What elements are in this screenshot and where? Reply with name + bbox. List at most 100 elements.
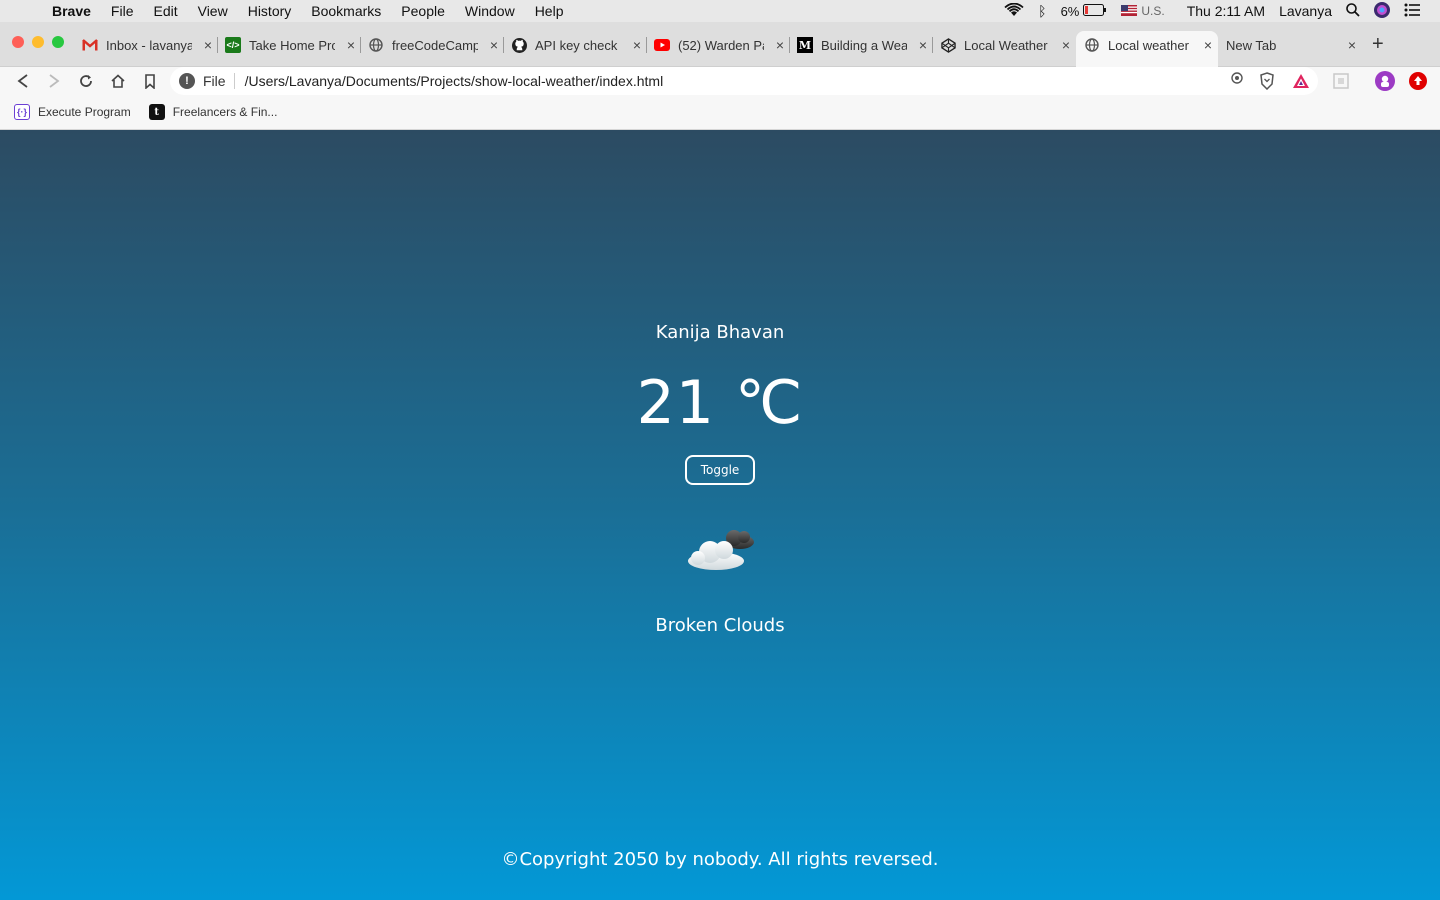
execute-program-icon: {·} xyxy=(14,104,30,120)
copyright-footer: ©Copyright 2050 by nobody. All rights re… xyxy=(501,849,939,870)
close-tab-icon[interactable]: × xyxy=(1348,37,1356,53)
tab-separator xyxy=(217,37,218,53)
github-icon xyxy=(511,37,527,53)
menu-window[interactable]: Window xyxy=(465,3,515,19)
globe-icon xyxy=(368,37,384,53)
bluetooth-icon[interactable]: ᛒ xyxy=(1038,3,1046,19)
tab-new-tab[interactable]: New Tab × xyxy=(1226,31,1362,59)
tab-inbox[interactable]: Inbox - lavanya × xyxy=(82,31,218,59)
battery-icon xyxy=(1083,3,1107,19)
spotlight-search-icon[interactable] xyxy=(1346,2,1360,20)
bookmark-label: Freelancers & Fin... xyxy=(172,105,278,119)
battery-status[interactable]: 6% xyxy=(1061,3,1108,19)
bookmarks-bar: {·} Execute Program t Freelancers & Fin.… xyxy=(0,95,1440,130)
tab-youtube[interactable]: (52) Warden Pa × xyxy=(654,31,790,59)
menu-bookmarks[interactable]: Bookmarks xyxy=(311,3,381,19)
new-tab-button[interactable]: + xyxy=(1372,33,1384,56)
tab-api-key-check[interactable]: API key check × xyxy=(511,31,647,59)
address-scheme: File xyxy=(203,73,235,89)
bookmark-icon[interactable] xyxy=(139,70,161,92)
broken-clouds-icon xyxy=(686,528,756,574)
gmail-icon xyxy=(82,37,98,53)
close-tab-icon[interactable]: × xyxy=(204,37,212,53)
tab-title: freeCodeCamp xyxy=(392,37,478,53)
tab-title: Inbox - lavanya xyxy=(106,37,192,53)
address-path[interactable]: /Users/Lavanya/Documents/Projects/show-l… xyxy=(245,73,664,89)
menu-edit[interactable]: Edit xyxy=(153,3,177,19)
location-name: Kanija Bhavan xyxy=(655,322,785,343)
codepen-icon xyxy=(940,37,956,53)
forward-button[interactable] xyxy=(43,70,65,92)
menubar-status-area: ᛒ 6% U.S. Thu 2:11 AM Lavanya xyxy=(1004,0,1440,22)
battery-percent: 6% xyxy=(1060,3,1080,19)
medium-icon: M xyxy=(797,37,813,53)
youtube-icon xyxy=(654,37,670,53)
menu-file[interactable]: File xyxy=(111,3,134,19)
zoom-window-button[interactable] xyxy=(52,36,64,48)
notification-center-icon[interactable] xyxy=(1404,3,1420,20)
brave-rewards-icon[interactable] xyxy=(1290,70,1312,92)
minimize-window-button[interactable] xyxy=(32,36,44,48)
codesignal-icon: </> xyxy=(225,37,241,53)
input-source-label: U.S. xyxy=(1141,4,1165,18)
update-available-icon[interactable] xyxy=(1407,70,1429,92)
tab-separator xyxy=(789,37,790,53)
browser-tab-strip: Inbox - lavanya × </> Take Home Pro × fr… xyxy=(0,22,1440,67)
tab-title: API key check xyxy=(535,37,618,53)
toggle-unit-button[interactable]: Toggle xyxy=(685,455,755,485)
tab-title: (52) Warden Pa xyxy=(678,37,764,53)
back-button[interactable] xyxy=(12,70,34,92)
brave-shields-icon[interactable] xyxy=(1256,70,1278,92)
extension-puzzle-icon[interactable] xyxy=(1330,70,1352,92)
weather-page: Kanija Bhavan 21 ℃ Toggle Broken Clouds … xyxy=(0,130,1440,900)
menubar-clock[interactable]: Thu 2:11 AM xyxy=(1187,3,1265,19)
tab-medium[interactable]: M Building a Weat × xyxy=(797,31,933,59)
macos-menubar: Brave File Edit View History Bookmarks P… xyxy=(0,0,1440,22)
wifi-icon[interactable] xyxy=(1004,2,1024,20)
input-source[interactable]: U.S. xyxy=(1121,3,1165,19)
profile-avatar[interactable] xyxy=(1374,70,1396,92)
tab-freecodecamp[interactable]: freeCodeCamp × xyxy=(368,31,504,59)
close-tab-icon[interactable]: × xyxy=(919,37,927,53)
tab-separator xyxy=(932,37,933,53)
tab-separator xyxy=(503,37,504,53)
temperature-display: 21 ℃ xyxy=(636,368,804,438)
bookmark-label: Execute Program xyxy=(38,105,131,119)
tab-title: Take Home Pro xyxy=(249,37,335,53)
close-tab-icon[interactable]: × xyxy=(633,37,641,53)
weather-description: Broken Clouds xyxy=(655,615,785,636)
tab-title: Local Weather xyxy=(964,37,1048,53)
tab-take-home[interactable]: </> Take Home Pro × xyxy=(225,31,361,59)
globe-icon xyxy=(1084,37,1100,53)
menu-app-name[interactable]: Brave xyxy=(52,3,91,19)
menubar-user[interactable]: Lavanya xyxy=(1279,3,1332,19)
window-controls xyxy=(12,36,64,48)
close-tab-icon[interactable]: × xyxy=(347,37,355,53)
menu-history[interactable]: History xyxy=(248,3,292,19)
address-bar-actions xyxy=(1230,71,1244,88)
tab-separator xyxy=(646,37,647,53)
home-button[interactable] xyxy=(107,70,129,92)
close-window-button[interactable] xyxy=(12,36,24,48)
close-tab-icon[interactable]: × xyxy=(490,37,498,53)
tab-local-weather-active[interactable]: Local weather × xyxy=(1076,31,1218,67)
menu-view[interactable]: View xyxy=(198,3,228,19)
tab-title: Building a Weat xyxy=(821,37,907,53)
close-tab-icon[interactable]: × xyxy=(1062,37,1070,53)
siri-icon[interactable] xyxy=(1374,1,1390,21)
close-tab-icon[interactable]: × xyxy=(776,37,784,53)
menu-help[interactable]: Help xyxy=(535,3,564,19)
browser-toolbar: ! File /Users/Lavanya/Documents/Projects… xyxy=(0,67,1440,95)
tab-title: New Tab xyxy=(1226,37,1277,53)
location-target-icon[interactable] xyxy=(1230,71,1244,88)
close-tab-icon[interactable]: × xyxy=(1204,37,1212,53)
tab-local-weather-codepen[interactable]: Local Weather × xyxy=(940,31,1076,59)
menu-people[interactable]: People xyxy=(401,3,445,19)
bookmark-execute-program[interactable]: {·} Execute Program xyxy=(14,104,131,120)
bookmark-freelancers[interactable]: t Freelancers & Fin... xyxy=(148,104,278,120)
address-bar[interactable]: ! File /Users/Lavanya/Documents/Projects… xyxy=(170,67,1318,95)
tab-separator xyxy=(360,37,361,53)
reload-button[interactable] xyxy=(75,70,97,92)
site-info-icon[interactable]: ! xyxy=(179,73,195,89)
tumblr-icon: t xyxy=(148,104,165,120)
